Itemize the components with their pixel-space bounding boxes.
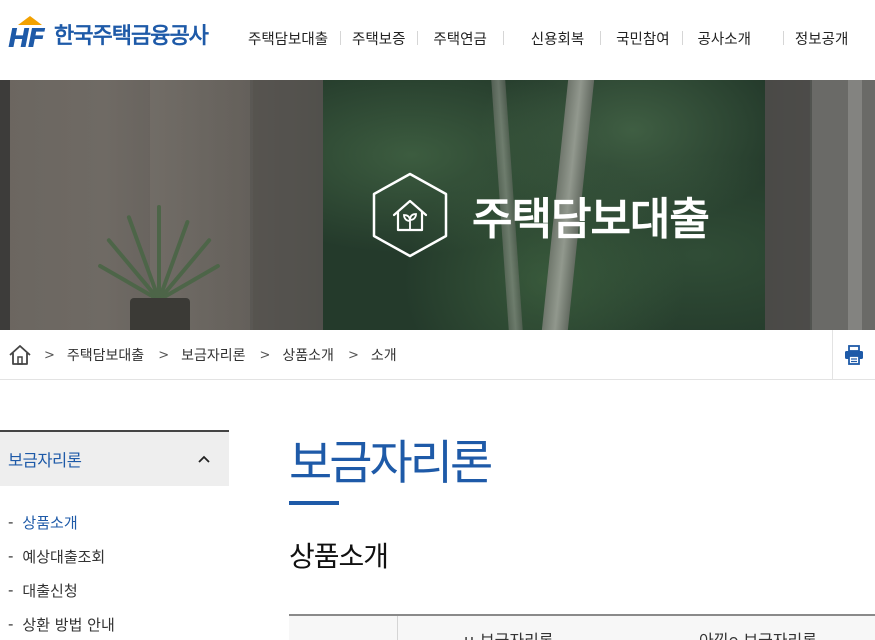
- nav-item-reverse-mortgage[interactable]: 주택연금: [417, 28, 502, 49]
- sidebar-item-product-intro[interactable]: - 상품소개: [8, 505, 115, 539]
- breadcrumb-list: > 주택담보대출 > 보금자리론 > 상품소개 > 소개: [38, 330, 397, 380]
- sidebar-menu: - 상품소개 - 예상대출조회 - 대출신청 - 상환 방법 안내: [8, 505, 115, 640]
- breadcrumb: > 주택담보대출 > 보금자리론 > 상품소개 > 소개: [0, 330, 875, 380]
- chevron-right-icon: >: [347, 347, 359, 363]
- sidebar-heading: 보금자리론: [8, 451, 82, 470]
- page-title: 보금자리론: [289, 436, 493, 491]
- chevron-right-icon: >: [259, 347, 271, 363]
- hero-banner: 주택담보대출: [0, 80, 875, 330]
- house-sprout-icon: [372, 172, 448, 258]
- site-header: HF 한국주택금융공사 주택담보대출 주택보증 주택연금 신용회복 국민참여 공…: [0, 0, 875, 80]
- nav-item-mortgage[interactable]: 주택담보대출: [236, 28, 340, 49]
- sidebar-item-label: 상환 방법 안내: [22, 615, 115, 634]
- table-header-u-bogeumjari: u-보금자리론: [464, 627, 554, 640]
- logo-text: 한국주택금융공사: [54, 24, 209, 49]
- breadcrumb-item-product-intro[interactable]: 상품소개: [282, 345, 334, 365]
- nav-item-credit-recovery[interactable]: 신용회복: [502, 28, 600, 49]
- sidebar-item-estimate[interactable]: - 예상대출조회: [8, 539, 115, 573]
- sidebar-item-label: 예상대출조회: [22, 547, 106, 566]
- site-logo[interactable]: HF 한국주택금융공사: [8, 16, 209, 54]
- potted-plant-image: [85, 175, 235, 330]
- print-button[interactable]: [832, 330, 875, 380]
- sidebar-section-toggle[interactable]: 보금자리론: [0, 430, 229, 486]
- hero-title-group: 주택담보대출: [370, 171, 710, 259]
- global-nav: 주택담보대출 주택보증 주택연금 신용회복 국민참여 공사소개 정보공개: [236, 28, 848, 49]
- section-title: 상품소개: [289, 540, 389, 573]
- hero-title: 주택담보대출: [472, 194, 710, 245]
- hf-logo-icon: HF: [8, 16, 48, 54]
- nav-item-disclosure[interactable]: 정보공개: [782, 28, 848, 49]
- breadcrumb-item-mortgage[interactable]: 주택담보대출: [67, 345, 144, 365]
- sidebar-item-label: 대출신청: [22, 581, 78, 600]
- breadcrumb-item-intro[interactable]: 소개: [371, 345, 397, 365]
- chevron-right-icon: >: [158, 347, 170, 363]
- nav-item-public-participation[interactable]: 국민참여: [600, 28, 681, 49]
- nav-item-housing-guarantee[interactable]: 주택보증: [340, 28, 417, 49]
- product-comparison-table-header: u-보금자리론 아낌e 보금자리론: [289, 614, 875, 640]
- breadcrumb-item-bogeumjari[interactable]: 보금자리론: [181, 345, 245, 365]
- table-header-akkim-e-bogeumjari: 아낌e 보금자리론: [699, 627, 817, 640]
- sidebar-item-label: 상품소개: [22, 513, 78, 532]
- home-icon[interactable]: [8, 344, 32, 366]
- chevron-up-icon: [198, 455, 210, 463]
- nav-item-about[interactable]: 공사소개: [681, 28, 783, 49]
- sidebar-item-apply[interactable]: - 대출신청: [8, 573, 115, 607]
- chevron-right-icon: >: [44, 347, 55, 363]
- printer-icon: [845, 345, 863, 365]
- sidebar-item-repayment[interactable]: - 상환 방법 안내: [8, 607, 115, 640]
- title-underline: [289, 501, 339, 505]
